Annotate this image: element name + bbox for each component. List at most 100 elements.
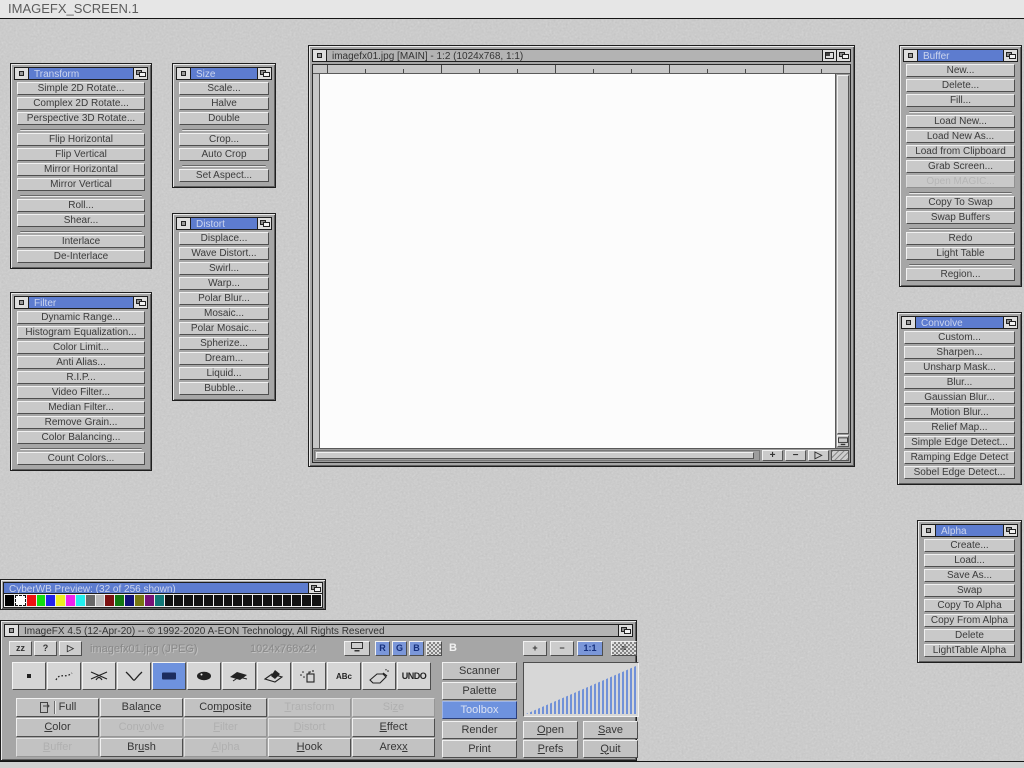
button-scale[interactable]: Scale...: [179, 82, 269, 95]
vertical-scrollbar[interactable]: [835, 74, 850, 448]
green-channel-button[interactable]: G: [392, 641, 407, 656]
button-polar-blur[interactable]: Polar Blur...: [179, 292, 269, 305]
button-median-filter[interactable]: Median Filter...: [17, 401, 145, 414]
button-ramping-edge-detect[interactable]: Ramping Edge Detect: [904, 451, 1015, 464]
color-swatch[interactable]: [145, 595, 154, 606]
gradient-preview[interactable]: [523, 662, 639, 717]
color-swatch[interactable]: [312, 595, 321, 606]
airbrush-tool-button[interactable]: [362, 662, 396, 690]
color-swatch[interactable]: [105, 595, 114, 606]
color-swatch[interactable]: [135, 595, 144, 606]
button-save-as[interactable]: Save As...: [924, 569, 1015, 582]
color-swatch[interactable]: [86, 595, 95, 606]
buffer-titlebar[interactable]: Buffer: [903, 49, 1018, 62]
color-swatch[interactable]: [76, 595, 85, 606]
grid-button-balance[interactable]: Balance: [100, 698, 183, 717]
depth-icon[interactable]: [133, 68, 147, 79]
color-swatch[interactable]: [115, 595, 124, 606]
button-simple-edge-detect[interactable]: Simple Edge Detect...: [904, 436, 1015, 449]
color-swatch[interactable]: [302, 595, 311, 606]
button-video-filter[interactable]: Video Filter...: [17, 386, 145, 399]
dot-tool-button[interactable]: [12, 662, 46, 690]
view-zoom-in-button[interactable]: +: [523, 641, 547, 656]
grid-button-hook[interactable]: Hook: [268, 738, 351, 757]
color-swatch[interactable]: [66, 595, 75, 606]
button-region[interactable]: Region...: [906, 268, 1015, 281]
color-swatch[interactable]: [224, 595, 233, 606]
color-swatch[interactable]: [292, 595, 301, 606]
color-swatch[interactable]: [263, 595, 272, 606]
grid-button-composite[interactable]: Composite: [184, 698, 267, 717]
button-polar-mosaic[interactable]: Polar Mosaic...: [179, 322, 269, 335]
button-copy-from-alpha[interactable]: Copy From Alpha: [924, 614, 1015, 627]
color-swatch[interactable]: [15, 595, 26, 606]
button-de-interlace[interactable]: De-Interlace: [17, 250, 145, 263]
button-load-from-clipboard[interactable]: Load from Clipboard: [906, 145, 1015, 158]
button-load-new[interactable]: Load New...: [906, 115, 1015, 128]
button-complex-2d-rotate[interactable]: Complex 2D Rotate...: [17, 97, 145, 110]
panel-button-print[interactable]: Print: [442, 740, 517, 758]
button-halve[interactable]: Halve: [179, 97, 269, 110]
screen-mode-button[interactable]: [344, 641, 370, 656]
transform-titlebar[interactable]: Transform: [14, 67, 148, 80]
text-tool-button[interactable]: ABc: [327, 662, 361, 690]
depth-icon[interactable]: [257, 68, 271, 79]
color-swatch[interactable]: [27, 595, 36, 606]
fill-tool-button[interactable]: [257, 662, 291, 690]
image-window-titlebar[interactable]: imagefx01.jpg [MAIN] - 1:2 (1024x768, 1:…: [312, 49, 851, 62]
button-grab-screen[interactable]: Grab Screen...: [906, 160, 1015, 173]
freehand-tool-button[interactable]: [47, 662, 81, 690]
horizontal-scrollbar-thumb[interactable]: [316, 452, 754, 459]
open-button[interactable]: Open: [523, 721, 578, 739]
button-load-new-as[interactable]: Load New As...: [906, 130, 1015, 143]
button-set-aspect[interactable]: Set Aspect...: [179, 169, 269, 182]
button-interlace[interactable]: Interlace: [17, 235, 145, 248]
grid-button-arexx[interactable]: Arexx: [352, 738, 435, 757]
button-motion-blur[interactable]: Motion Blur...: [904, 406, 1015, 419]
close-icon[interactable]: [15, 68, 29, 79]
color-swatch[interactable]: [283, 595, 292, 606]
red-channel-button[interactable]: R: [375, 641, 390, 656]
color-swatch[interactable]: [46, 595, 55, 606]
color-swatch[interactable]: [5, 595, 14, 606]
close-icon[interactable]: [902, 317, 916, 328]
button-color-balancing[interactable]: Color Balancing...: [17, 431, 145, 444]
undo-button[interactable]: UNDO: [397, 662, 431, 690]
button-auto-crop[interactable]: Auto Crop: [179, 148, 269, 161]
view-zoom-out-button[interactable]: −: [550, 641, 574, 656]
button-displace[interactable]: Displace...: [179, 232, 269, 245]
depth-icon[interactable]: [1003, 525, 1017, 536]
button-spherize[interactable]: Spherize...: [179, 337, 269, 350]
panel-button-render[interactable]: Render: [442, 721, 517, 739]
filter-titlebar[interactable]: Filter: [14, 296, 148, 309]
color-swatch[interactable]: [174, 595, 183, 606]
panel-button-palette[interactable]: Palette: [442, 682, 517, 700]
button-unsharp-mask[interactable]: Unsharp Mask...: [904, 361, 1015, 374]
button-color-limit[interactable]: Color Limit...: [17, 341, 145, 354]
color-swatch[interactable]: [194, 595, 203, 606]
button-simple-2d-rotate[interactable]: Simple 2D Rotate...: [17, 82, 145, 95]
toolbar-titlebar[interactable]: ImageFX 4.5 (12-Apr-20) -- © 1992-2020 A…: [4, 624, 633, 637]
button-fill[interactable]: Fill...: [906, 94, 1015, 107]
depth-icon[interactable]: [618, 625, 632, 636]
image-canvas[interactable]: [320, 74, 835, 448]
curve-tool-button[interactable]: [117, 662, 151, 690]
color-swatch[interactable]: [233, 595, 242, 606]
grid-button-effect[interactable]: Effect: [352, 718, 435, 737]
zoom-ratio-button[interactable]: 1:1: [577, 641, 603, 656]
grid-button-brush[interactable]: Brush: [100, 738, 183, 757]
close-icon[interactable]: [922, 525, 936, 536]
button-swap-buffers[interactable]: Swap Buffers: [906, 211, 1015, 224]
color-swatch[interactable]: [155, 595, 164, 606]
monitor-button[interactable]: [837, 435, 849, 447]
button-remove-grain[interactable]: Remove Grain...: [17, 416, 145, 429]
close-icon[interactable]: [177, 218, 191, 229]
close-icon[interactable]: [904, 50, 918, 61]
button-swap[interactable]: Swap: [924, 584, 1015, 597]
button-swirl[interactable]: Swirl...: [179, 262, 269, 275]
prefs-button[interactable]: Prefs: [523, 740, 578, 758]
button-flip-vertical[interactable]: Flip Vertical: [17, 148, 145, 161]
button-crop[interactable]: Crop...: [179, 133, 269, 146]
button-sobel-edge-detect[interactable]: Sobel Edge Detect...: [904, 466, 1015, 479]
blue-channel-button[interactable]: B: [409, 641, 424, 656]
